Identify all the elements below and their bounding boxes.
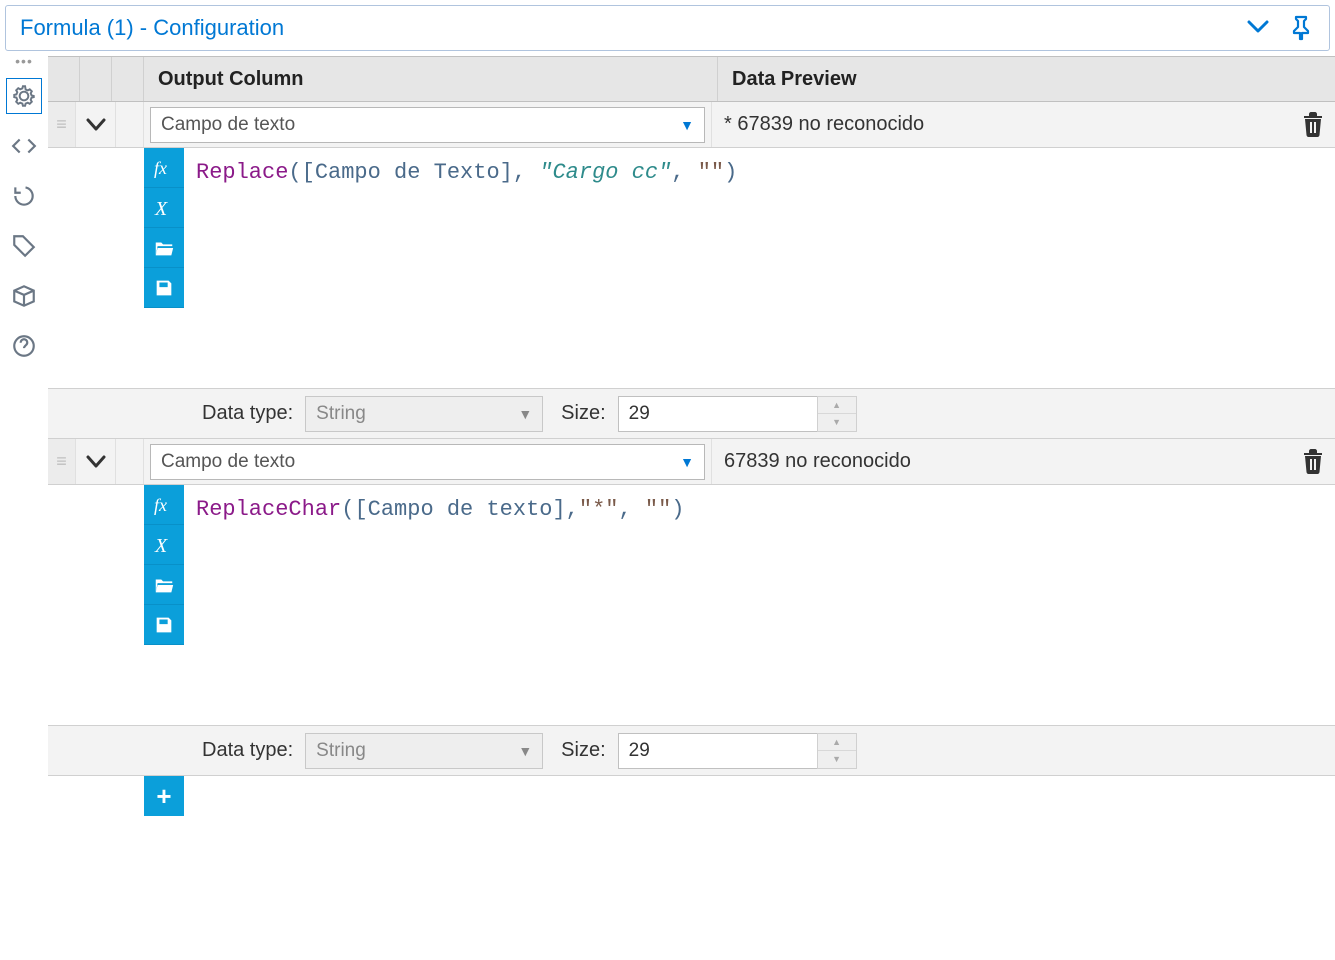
data-type-label: Data type:	[184, 739, 305, 762]
code-icon	[11, 133, 37, 159]
rail-code-button[interactable]	[6, 128, 42, 164]
pin-icon[interactable]	[1287, 14, 1315, 42]
help-icon	[11, 333, 37, 359]
grid-header: Output Column Data Preview	[48, 56, 1335, 102]
save-button[interactable]	[144, 605, 184, 645]
variable-button[interactable]: X	[144, 525, 184, 565]
row-top-1: ≡ Campo de texto ▼ * 67839 no reconocido	[48, 102, 1335, 148]
data-preview-value: * 67839 no reconocido	[712, 102, 1291, 147]
chevron-down-icon: ▼	[680, 117, 694, 133]
formula-area-1: fx X Replace([Campo de Texto], "Cargo cc…	[48, 148, 1335, 388]
footer-row-1: Data type: String ▼ Size: ▲ ▼	[48, 388, 1335, 438]
drag-handle-icon[interactable]: ≡	[48, 102, 76, 147]
grid-header-trash-spacer	[1291, 57, 1335, 101]
package-icon	[11, 283, 37, 309]
svg-text:X: X	[154, 198, 168, 220]
header-output-column: Output Column	[144, 57, 718, 101]
formula-toolbar-1: fx X	[144, 148, 184, 388]
size-spinner[interactable]: ▲ ▼	[817, 733, 857, 769]
row-pad	[116, 439, 144, 484]
variable-icon: X	[151, 532, 177, 558]
delete-row-button[interactable]	[1291, 102, 1335, 147]
output-column-cell: Campo de texto ▼	[144, 439, 712, 484]
formula-row-1: ≡ Campo de texto ▼ * 67839 no reconocido	[48, 102, 1335, 439]
spinner-up-icon[interactable]: ▲	[818, 397, 856, 415]
data-type-select[interactable]: String ▼	[305, 733, 543, 769]
data-preview-value: 67839 no reconocido	[712, 439, 1291, 484]
fx-button[interactable]: fx	[144, 485, 184, 525]
rail-overflow-icon[interactable]: •••	[15, 58, 33, 64]
header-data-preview: Data Preview	[718, 57, 1291, 101]
spinner-down-icon[interactable]: ▼	[818, 751, 856, 768]
data-type-value: String	[316, 403, 366, 425]
chevron-down-icon: ▼	[518, 743, 532, 759]
output-column-cell: Campo de texto ▼	[144, 102, 712, 147]
add-formula-button[interactable]: +	[144, 776, 184, 816]
expand-toggle[interactable]	[76, 102, 116, 147]
svg-text:fx: fx	[154, 158, 167, 178]
open-folder-button[interactable]	[144, 228, 184, 268]
rail-package-button[interactable]	[6, 278, 42, 314]
save-icon	[153, 277, 175, 299]
formula-toolbar-2: fx X	[144, 485, 184, 725]
folder-open-icon	[153, 574, 175, 596]
add-row-area: +	[48, 776, 1335, 816]
data-type-value: String	[316, 740, 366, 762]
spinner-up-icon[interactable]: ▲	[818, 734, 856, 752]
chevron-down-icon: ▼	[518, 406, 532, 422]
drag-handle-icon[interactable]: ≡	[48, 439, 76, 484]
size-input[interactable]	[618, 733, 818, 769]
rail-tag-button[interactable]	[6, 228, 42, 264]
footer-row-2: Data type: String ▼ Size: ▲ ▼	[48, 725, 1335, 775]
trash-icon	[1301, 449, 1325, 475]
rail-help-button[interactable]	[6, 328, 42, 364]
rail-gear-button[interactable]	[6, 78, 42, 114]
svg-text:fx: fx	[154, 495, 167, 515]
save-button[interactable]	[144, 268, 184, 308]
save-icon	[153, 614, 175, 636]
output-column-value: Campo de texto	[161, 114, 295, 136]
output-column-select[interactable]: Campo de texto ▼	[150, 444, 705, 480]
row-top-2: ≡ Campo de texto ▼ 67839 no reconocido	[48, 439, 1335, 485]
formula-area-2: fx X ReplaceChar([Campo de texto],"*", "…	[48, 485, 1335, 725]
left-rail: •••	[0, 56, 48, 816]
delete-row-button[interactable]	[1291, 439, 1335, 484]
refresh-icon	[11, 183, 37, 209]
variable-button[interactable]: X	[144, 188, 184, 228]
folder-open-icon	[153, 237, 175, 259]
collapse-panel-icon[interactable]	[1247, 17, 1269, 40]
size-label: Size:	[543, 402, 617, 425]
size-spinner[interactable]: ▲ ▼	[817, 396, 857, 432]
panel-header: Formula (1) - Configuration	[5, 5, 1330, 51]
data-type-select[interactable]: String ▼	[305, 396, 543, 432]
content-area: Output Column Data Preview ≡ Campo de te…	[48, 56, 1335, 816]
size-input[interactable]	[618, 396, 818, 432]
rail-refresh-button[interactable]	[6, 178, 42, 214]
size-label: Size:	[543, 739, 617, 762]
chevron-down-icon: ▼	[680, 454, 694, 470]
panel-actions	[1247, 14, 1315, 42]
plus-icon: +	[156, 781, 171, 812]
output-column-value: Campo de texto	[161, 451, 295, 473]
expand-toggle[interactable]	[76, 439, 116, 484]
formula-editor-1[interactable]: Replace([Campo de Texto], "Cargo cc", ""…	[184, 148, 1335, 388]
panel-title: Formula (1) - Configuration	[20, 15, 284, 41]
spinner-down-icon[interactable]: ▼	[818, 414, 856, 431]
variable-icon: X	[151, 195, 177, 221]
tag-icon	[11, 233, 37, 259]
fx-button[interactable]: fx	[144, 148, 184, 188]
fx-icon: fx	[151, 155, 177, 181]
formula-editor-2[interactable]: ReplaceChar([Campo de texto],"*", "")	[184, 485, 1335, 725]
output-column-select[interactable]: Campo de texto ▼	[150, 107, 705, 143]
data-type-label: Data type:	[184, 402, 305, 425]
fx-icon: fx	[151, 492, 177, 518]
trash-icon	[1301, 112, 1325, 138]
grid-header-spacer	[48, 57, 144, 101]
formula-row-2: ≡ Campo de texto ▼ 67839 no reconocido	[48, 439, 1335, 776]
gear-icon	[11, 83, 37, 109]
svg-text:X: X	[154, 535, 168, 557]
row-pad	[116, 102, 144, 147]
open-folder-button[interactable]	[144, 565, 184, 605]
